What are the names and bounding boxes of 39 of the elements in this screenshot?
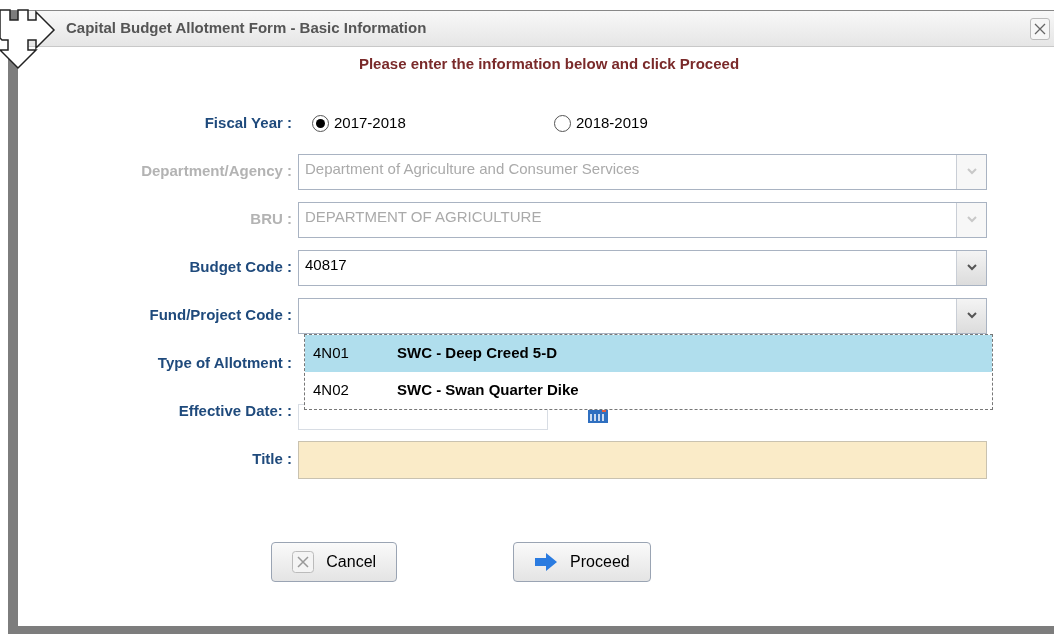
radio-button[interactable]	[554, 115, 571, 132]
proceed-button[interactable]: Proceed	[513, 541, 651, 582]
select-value: Department of Agriculture and Consumer Services	[304, 158, 641, 179]
chevron-down-icon	[966, 312, 977, 319]
dropdown-arrow-button[interactable]	[956, 298, 986, 333]
option-code: 4N01	[313, 342, 350, 363]
radio-button[interactable]	[312, 115, 329, 132]
radio-option[interactable]: 2017-2018	[312, 112, 554, 135]
dropdown-option[interactable]: 4N01 SWC - Deep Creed 5-D	[305, 334, 992, 372]
chevron-down-icon	[966, 168, 977, 175]
window-title: Capital Budget Allotment Form - Basic Information	[66, 18, 428, 39]
instruction-text: Please enter the information below and click Proceed	[358, 54, 740, 74]
select-field[interactable]	[298, 297, 987, 334]
chevron-down-icon	[966, 264, 977, 271]
field-label: BRU :	[249, 209, 293, 230]
option-name: SWC - Swan Quarter Dike	[397, 379, 579, 400]
arrow-right-icon	[534, 551, 559, 572]
select-value: DEPARTMENT OF AGRICULTURE	[304, 206, 543, 227]
field-label: Effective Date: :	[177, 401, 293, 422]
close-icon	[292, 550, 315, 573]
field-label: Fund/Project Code :	[148, 305, 293, 326]
select-value: 40817	[304, 254, 348, 275]
chevron-down-icon	[966, 216, 977, 223]
cancel-button[interactable]: Cancel	[271, 541, 398, 582]
field-label: Title :	[251, 449, 293, 470]
radio-option[interactable]: 2018-2019	[554, 112, 648, 135]
field-label: Fiscal Year :	[203, 113, 293, 134]
dropdown-arrow-button[interactable]	[956, 250, 986, 285]
radio-label: 2018-2019	[576, 113, 648, 134]
close-icon	[1034, 22, 1046, 35]
title-input[interactable]	[298, 440, 987, 479]
option-name: SWC - Deep Creed 5-D	[397, 342, 558, 363]
close-button[interactable]	[1030, 17, 1050, 40]
field-label: Department/Agency :	[140, 161, 293, 182]
field-label: Type of Allotment :	[156, 353, 293, 374]
field-label: Budget Code :	[188, 257, 293, 278]
option-code: 4N02	[313, 379, 350, 400]
select-field[interactable]: 40817	[298, 249, 987, 286]
radio-label: 2017-2018	[334, 113, 406, 134]
